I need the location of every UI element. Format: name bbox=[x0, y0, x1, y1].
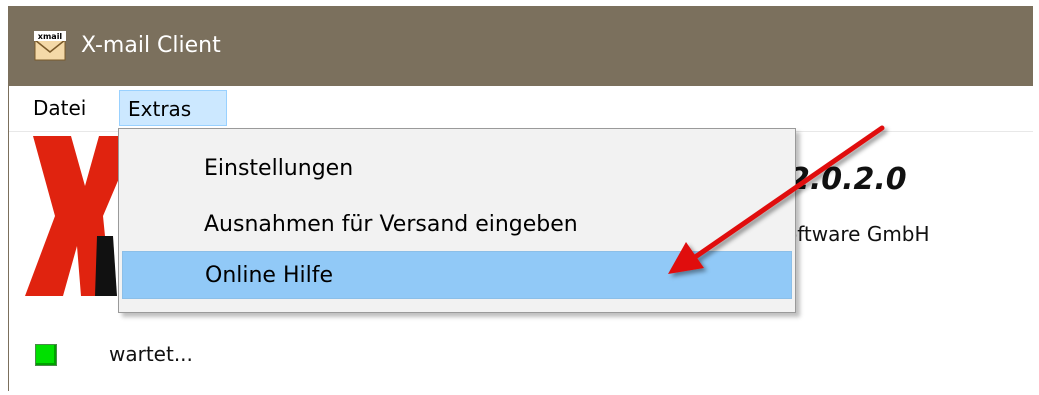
status-indicator bbox=[35, 344, 57, 366]
menu-datei[interactable]: Datei bbox=[25, 90, 94, 126]
annotation-arrow-icon bbox=[668, 125, 885, 274]
status-text: wartet... bbox=[109, 342, 193, 366]
title-bar[interactable]: xmail X-mail Client bbox=[9, 6, 1033, 86]
menu-extras[interactable]: Extras bbox=[119, 90, 227, 126]
menu-item-label: Online Hilfe bbox=[205, 263, 334, 288]
window-title: X-mail Client bbox=[81, 33, 221, 58]
svg-text:xmail: xmail bbox=[38, 32, 63, 41]
mail-icon: xmail bbox=[34, 31, 66, 61]
menu-item-label: Einstellungen bbox=[204, 156, 354, 181]
menu-item-label: Ausnahmen für Versand eingeben bbox=[204, 212, 578, 237]
